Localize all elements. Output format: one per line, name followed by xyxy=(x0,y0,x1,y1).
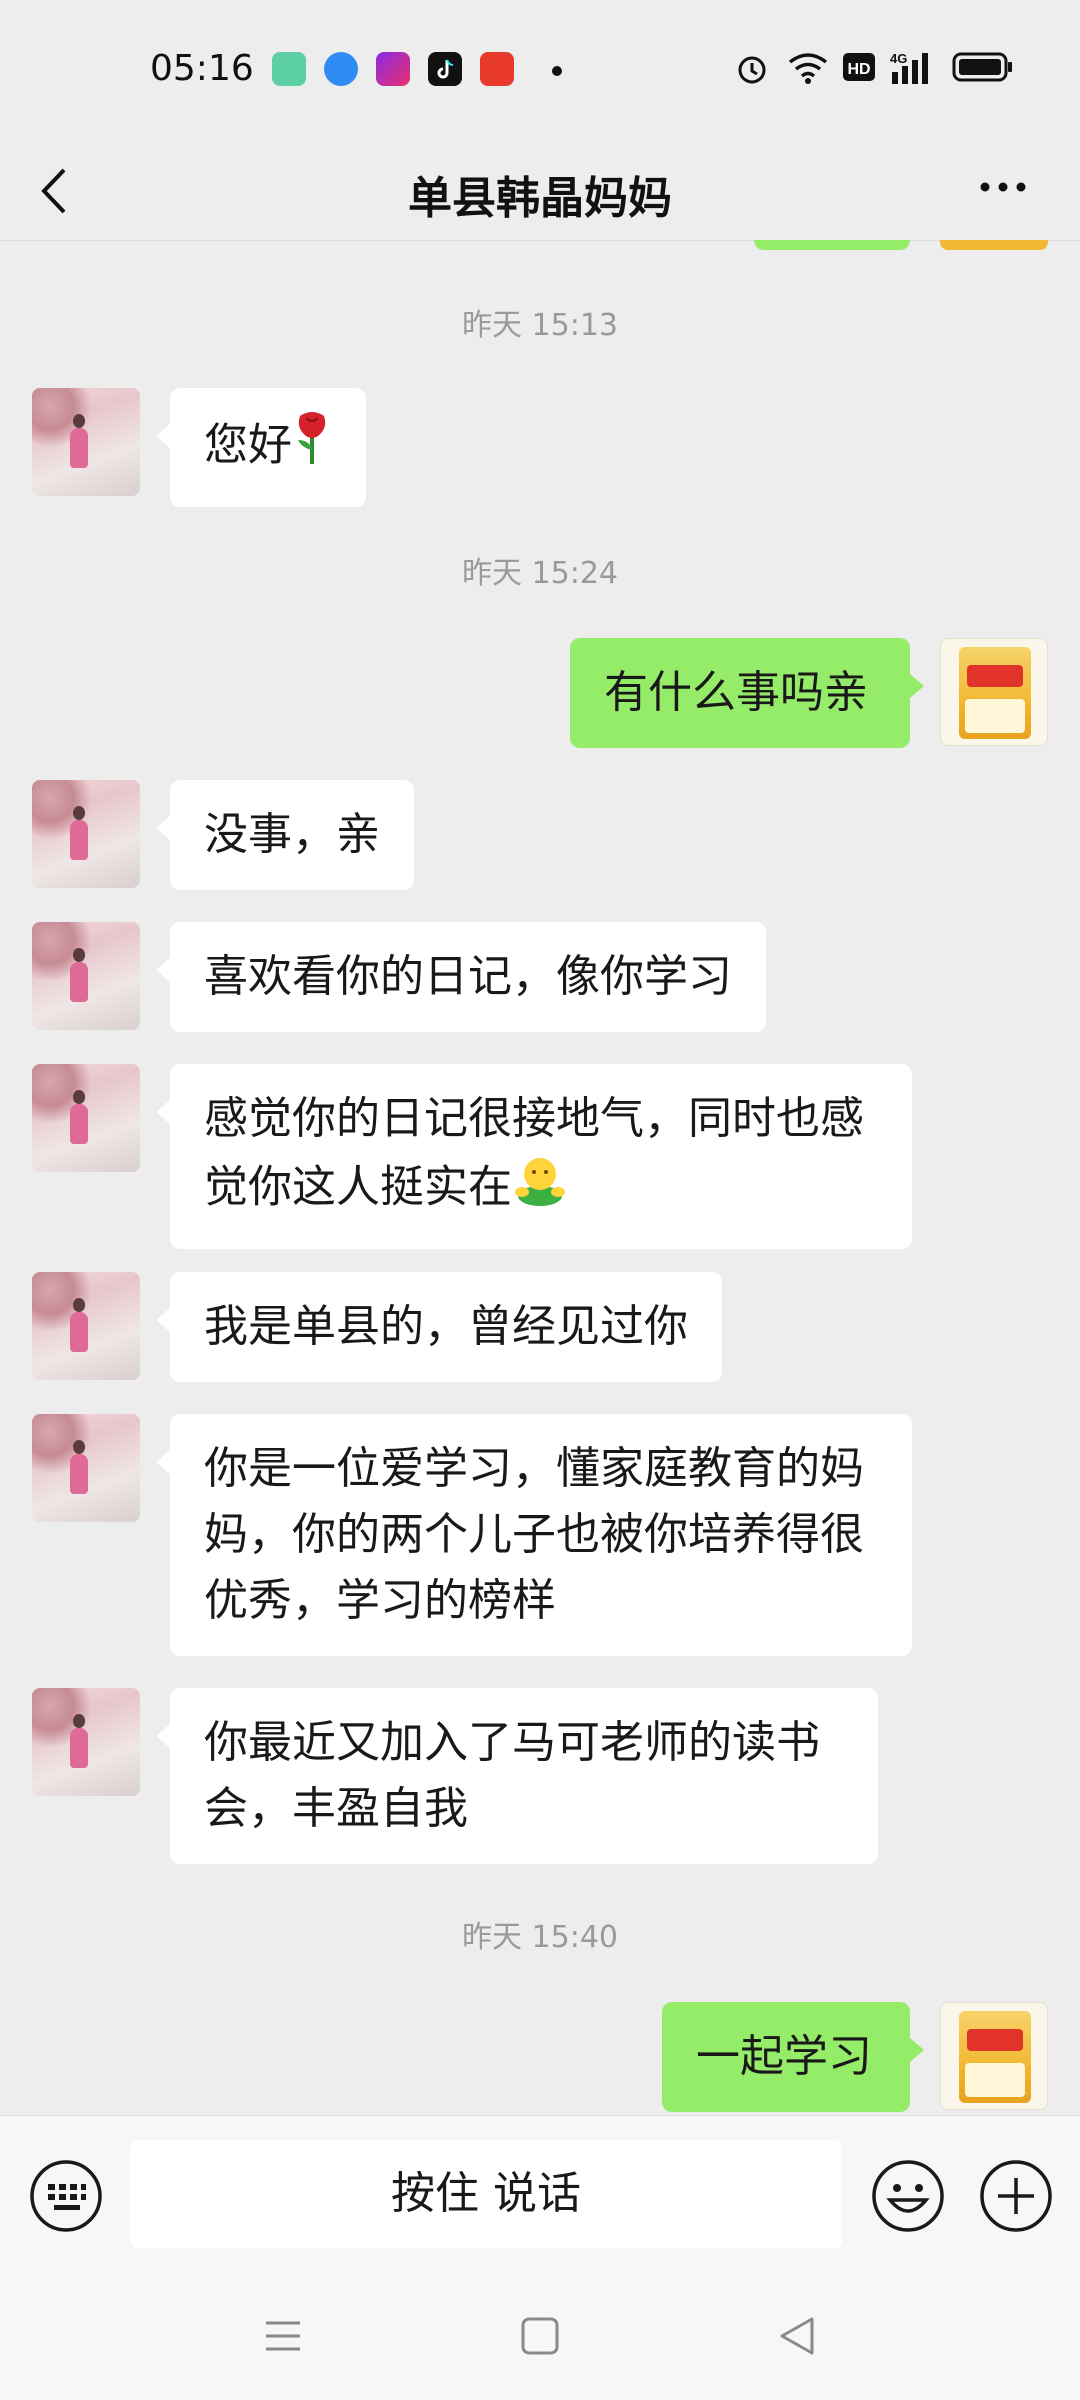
svg-text:HD: HD xyxy=(847,61,870,78)
message-text: 我是单县的，曾经见过你 xyxy=(204,1301,688,1352)
message-text: 一起学习 xyxy=(696,2031,872,2082)
message-text-line: 妈，你的两个儿子也被你培养得很 xyxy=(204,1509,864,1560)
listen-icon xyxy=(480,52,514,86)
browser-icon xyxy=(324,52,358,86)
system-nav-bar xyxy=(0,2275,1080,2400)
svg-text:4G: 4G xyxy=(890,51,907,66)
avatar[interactable] xyxy=(32,780,140,888)
hug-emoji-icon xyxy=(512,1152,568,1227)
avatar[interactable] xyxy=(32,1272,140,1380)
video-icon xyxy=(376,52,410,86)
wifi-icon xyxy=(788,53,828,84)
more-dots-icon[interactable] xyxy=(978,172,1028,202)
avatar-self[interactable] xyxy=(940,638,1048,746)
message-bubble[interactable]: 一起学习 xyxy=(662,2002,924,2112)
input-bar: 按住 说话 xyxy=(0,2115,1080,2276)
message-text-line: 感觉你的日记很接地气，同时也感 xyxy=(204,1093,864,1144)
avatar-self-partial xyxy=(940,240,1048,250)
avatar[interactable] xyxy=(32,388,140,496)
timestamp: 昨天 15:24 xyxy=(462,556,618,591)
avatar-self[interactable] xyxy=(940,2002,1048,2110)
message-text-line: 你最近又加入了马可老师的读书 xyxy=(204,1717,820,1768)
avatar[interactable] xyxy=(32,1064,140,1172)
timestamp: 昨天 15:13 xyxy=(462,308,618,343)
back-triangle-icon[interactable] xyxy=(772,2311,822,2361)
message-list[interactable]: 昨天 15:13 您好 昨天 15:24 有什么事吗亲 没事，亲 喜欢看你的日记… xyxy=(0,240,1080,2115)
message-text: 您好 xyxy=(204,419,292,471)
message-text: 没事，亲 xyxy=(204,809,380,860)
message-bubble-partial xyxy=(754,240,910,250)
avatar[interactable] xyxy=(32,922,140,1030)
notification-dot xyxy=(552,66,562,76)
douyin-icon xyxy=(428,52,462,86)
status-time: 05:16 xyxy=(150,48,254,89)
message-bubble[interactable]: 没事，亲 xyxy=(156,780,414,890)
message-text-line: 优秀，学习的榜样 xyxy=(204,1575,556,1626)
message-text-line: 觉你这人挺实在 xyxy=(204,1161,512,1213)
message-text: 有什么事吗亲 xyxy=(604,667,868,718)
avatar[interactable] xyxy=(32,1688,140,1796)
message-bubble[interactable]: 有什么事吗亲 xyxy=(570,638,924,748)
avatar[interactable] xyxy=(32,1414,140,1522)
appstore-icon xyxy=(272,52,306,86)
message-bubble[interactable]: 你是一位爱学习，懂家庭教育的妈 妈，你的两个儿子也被你培养得很 优秀，学习的榜样 xyxy=(156,1414,912,1656)
message-text-line: 你是一位爱学习，懂家庭教育的妈 xyxy=(204,1443,864,1494)
hd-icon: HD xyxy=(843,53,875,81)
home-icon[interactable] xyxy=(515,2311,565,2361)
message-bubble[interactable]: 喜欢看你的日记，像你学习 xyxy=(156,922,766,1032)
battery-icon xyxy=(952,52,1012,82)
message-text-line: 会，丰盈自我 xyxy=(204,1783,468,1834)
menu-icon[interactable] xyxy=(258,2311,308,2361)
alarm-icon xyxy=(738,56,766,84)
message-text: 喜欢看你的日记，像你学习 xyxy=(204,951,732,1002)
keyboard-icon[interactable] xyxy=(28,2158,104,2234)
chat-title: 单县韩晶妈妈 xyxy=(408,173,672,224)
message-bubble[interactable]: 我是单县的，曾经见过你 xyxy=(156,1272,722,1382)
smiley-icon[interactable] xyxy=(870,2158,946,2234)
chat-header: 单县韩晶妈妈 xyxy=(0,140,1080,241)
rose-icon xyxy=(292,410,332,485)
timestamp: 昨天 15:40 xyxy=(462,1920,618,1955)
message-bubble[interactable]: 你最近又加入了马可老师的读书 会，丰盈自我 xyxy=(156,1688,878,1864)
status-bar: 05:16 HD 4G xyxy=(0,0,1080,140)
message-bubble[interactable]: 您好 xyxy=(156,388,366,507)
plus-icon[interactable] xyxy=(978,2158,1054,2234)
signal-4g-icon: 4G xyxy=(890,51,928,84)
message-bubble[interactable]: 感觉你的日记很接地气，同时也感 觉你这人挺实在 xyxy=(156,1064,912,1249)
hold-to-talk-button[interactable]: 按住 说话 xyxy=(130,2140,842,2248)
